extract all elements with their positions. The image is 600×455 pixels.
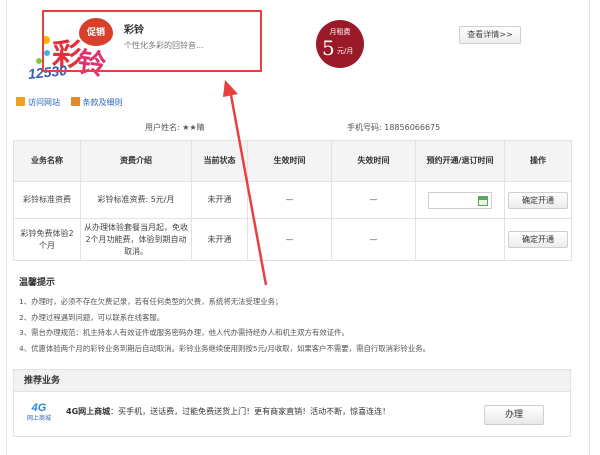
handle-button[interactable]: 办理: [484, 405, 544, 425]
schedule-cell: [415, 218, 505, 261]
user-phone-value: 18856066675: [384, 123, 441, 132]
recommended-text: 4G网上商城：买手机，送话费，过能免费送货上门！更有商家直销！活动不断，惊喜连连…: [66, 406, 390, 417]
user-name-value: ★★睛: [182, 123, 205, 132]
visit-site-link[interactable]: 访问网站: [16, 97, 71, 107]
price-value: 5: [322, 36, 335, 60]
product-title: 彩铃: [124, 25, 144, 36]
table-header-row: 业务名称 资费介绍 当前状态 生效时间 失效时间 预约开通/退订时间 操作: [13, 140, 572, 182]
schedule-cell: [415, 181, 505, 219]
service-start: —: [247, 181, 332, 219]
visit-site-label: 访问网站: [28, 98, 60, 107]
tip-item: 2、办理过程遇到问题，可以联系在线客服。: [19, 312, 165, 322]
user-name-label: 用户姓名:: [145, 123, 180, 132]
table-row: 彩铃标准资费 彩铃标准资费: 5元/月 未开通 — — 确定开通: [13, 181, 572, 219]
terms-label: 条款及细则: [82, 98, 123, 107]
col-header: 当前状态: [191, 140, 248, 182]
col-header: 预约开通/退订时间: [415, 140, 505, 182]
recommended-text-body: ：买手机，送话费，过能免费送货上门！更有商家直销！活动不断，惊喜连连！: [110, 407, 391, 416]
service-status: 未开通: [191, 218, 248, 261]
col-header: 操作: [504, 140, 572, 182]
schedule-date-input[interactable]: [428, 191, 492, 209]
service-name: 彩铃标准资费: [13, 181, 81, 219]
tip-item: 4、优惠体验两个月的彩铃业务到期后自动取消。彩铃业务继续使用则按5元/月收取，如…: [19, 343, 430, 353]
tips-title: 温馨提示: [19, 278, 56, 288]
promo-badge-label: 促销: [86, 28, 105, 38]
service-fee: 彩铃标准资费: 5元/月: [80, 181, 192, 219]
table-row: 彩铃免费体验2个月 从办理体验套餐当月起，免收2个月功能费，体验到期自动取消。 …: [13, 218, 572, 261]
service-table: 业务名称 资费介绍 当前状态 生效时间 失效时间 预约开通/退订时间 操作 彩铃…: [13, 140, 572, 261]
col-header: 生效时间: [247, 140, 332, 182]
recommended-section: 推荐业务 4G 网上商城 4G网上商城：买手机，送话费，过能免费送货上门！更有商…: [13, 369, 571, 437]
terms-link[interactable]: 条款及细则: [70, 97, 131, 107]
action-cell: 确定开通: [504, 218, 572, 261]
user-name-row: 用户姓名: ★★睛: [145, 122, 205, 133]
service-end: —: [331, 181, 416, 219]
globe-icon: [16, 97, 25, 106]
service-status: 未开通: [191, 181, 248, 219]
promo-highlight-box: 促销 彩铃 个性化多彩的回铃音...: [42, 10, 262, 72]
product-description: 个性化多彩的回铃音...: [124, 41, 204, 50]
view-details-button[interactable]: 查看详情>>: [459, 26, 521, 44]
tip-item: 1、办理时，必须不存在欠费记录，若有任何类型的欠费，系统将无法受理业务；: [19, 297, 283, 306]
service-end: —: [331, 218, 416, 261]
action-cell: 确定开通: [504, 181, 572, 219]
mall-logo-sub: 网上商城: [26, 415, 51, 422]
monthly-fee-badge: 月租费 5 元/月: [316, 20, 364, 68]
info-links: 访问网站 条款及细则: [16, 97, 131, 108]
recommended-title: 推荐业务: [14, 370, 570, 392]
service-start: —: [247, 218, 332, 261]
document-icon: [70, 97, 80, 106]
promo-badge: 促销: [79, 18, 113, 46]
service-name: 彩铃免费体验2个月: [13, 218, 81, 261]
price-unit: 元/月: [337, 47, 354, 55]
mall-logo-4g: 4G: [31, 402, 47, 414]
tip-item: 3、需台办理规范：机主持本人有效证件或服务密码办理，他人代办需持经办人和机主双方…: [19, 328, 349, 337]
col-header: 业务名称: [13, 140, 81, 182]
tips-list: 1、办理时，必须不存在欠费记录，若有任何类型的欠费，系统将无法受理业务； 2、办…: [19, 294, 430, 356]
service-fee: 从办理体验套餐当月起，免收2个月功能费，体验到期自动取消。: [80, 218, 192, 261]
user-phone-row: 手机号码: 18856066675: [347, 122, 440, 133]
recommended-text-bold: 4G网上商城: [66, 407, 111, 416]
user-phone-label: 手机号码:: [347, 123, 382, 132]
mall-logo: 4G 网上商城: [22, 402, 56, 426]
col-header: 资费介绍: [80, 140, 192, 182]
confirm-open-button[interactable]: 确定开通: [508, 191, 568, 209]
calendar-icon[interactable]: [478, 195, 488, 206]
confirm-open-button[interactable]: 确定开通: [508, 231, 568, 248]
col-header: 失效时间: [331, 140, 416, 182]
